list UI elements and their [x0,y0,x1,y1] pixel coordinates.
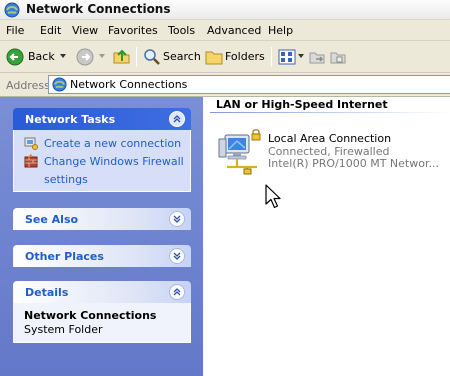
toolbar: Back Search Folders [0,41,450,73]
menu-advanced[interactable]: Advanced [207,24,261,37]
back-label: Back [28,50,55,63]
other-places-header[interactable]: Other Places [13,245,191,267]
toolbar-separator [136,47,137,67]
task-pane: Network Tasks Create a new connection Ch… [0,97,203,376]
menu-file[interactable]: File [6,24,24,37]
details-title: Details [25,286,69,299]
network-tasks-body: Create a new connection Change Windows F… [13,130,191,192]
network-tasks-title: Network Tasks [25,113,116,126]
see-also-header[interactable]: See Also [13,208,191,230]
mouse-pointer-icon [265,184,281,209]
change-firewall-task-cont[interactable]: settings [24,172,180,186]
folders-button[interactable]: Folders [205,48,265,66]
see-also-title: See Also [25,213,79,226]
folders-label: Folders [225,50,265,63]
other-places-panel: Other Places [13,245,191,267]
details-header[interactable]: Details [13,281,191,303]
search-button[interactable]: Search [143,48,201,66]
firewall-settings-label[interactable]: settings [44,173,88,186]
other-places-title: Other Places [25,250,104,263]
forward-dropdown-icon[interactable] [99,54,105,58]
copy-to-icon[interactable] [330,49,346,65]
network-connections-icon [4,2,20,18]
forward-arrow-icon[interactable] [76,48,94,66]
chevron-up-icon[interactable] [169,111,185,127]
up-folder-icon[interactable] [112,47,131,66]
move-to-icon[interactable] [309,49,325,65]
menu-tools[interactable]: Tools [168,24,195,37]
search-label: Search [163,50,201,63]
folders-icon [205,51,223,65]
window-title: Network Connections [26,2,171,16]
menu-edit[interactable]: Edit [40,24,61,37]
search-icon [144,49,160,65]
menu-help[interactable]: Help [268,24,293,37]
title-bar: Network Connections [0,0,450,20]
network-tasks-panel: Network Tasks Create a new connection Ch… [13,108,191,192]
group-header: LAN or High-Speed Internet [216,98,388,111]
chevron-down-icon[interactable] [169,248,185,264]
change-firewall-task[interactable]: Change Windows Firewall [24,154,184,168]
chevron-down-icon[interactable] [169,211,185,227]
network-tasks-header[interactable]: Network Tasks [13,108,191,130]
create-connection-label[interactable]: Create a new connection [44,137,181,150]
toolbar-separator [271,47,272,67]
back-dropdown-icon[interactable] [60,54,66,58]
connection-name: Local Area Connection [268,132,392,145]
lan-connection-icon [218,129,261,175]
menu-view[interactable]: View [72,24,98,37]
change-firewall-label[interactable]: Change Windows Firewall [44,155,184,168]
address-value: Network Connections [70,78,188,91]
details-panel: Details Network Connections System Folde… [13,281,191,343]
views-icon[interactable] [278,49,296,65]
views-dropdown-icon[interactable] [298,54,304,58]
address-label: Address [6,79,50,92]
menu-bar: File Edit View Favorites Tools Advanced … [0,20,450,41]
firewall-icon [24,154,38,168]
network-connections-icon [52,77,67,92]
group-divider [210,112,450,113]
details-type: System Folder [24,323,103,336]
local-area-connection-item[interactable]: Local Area Connection Connected, Firewal… [213,125,450,177]
chevron-up-icon[interactable] [169,284,185,300]
see-also-panel: See Also [13,208,191,230]
new-connection-icon [24,137,38,150]
connection-device: Intel(R) PRO/1000 MT Networ... [268,157,439,170]
back-button[interactable]: Back [6,48,55,66]
details-name: Network Connections [24,309,157,322]
back-arrow-icon [6,48,24,66]
details-body: Network Connections System Folder [13,303,191,343]
address-input[interactable]: Network Connections [48,75,450,94]
menu-favorites[interactable]: Favorites [108,24,158,37]
address-bar: Address Network Connections [0,73,450,97]
create-connection-task[interactable]: Create a new connection [24,136,181,150]
